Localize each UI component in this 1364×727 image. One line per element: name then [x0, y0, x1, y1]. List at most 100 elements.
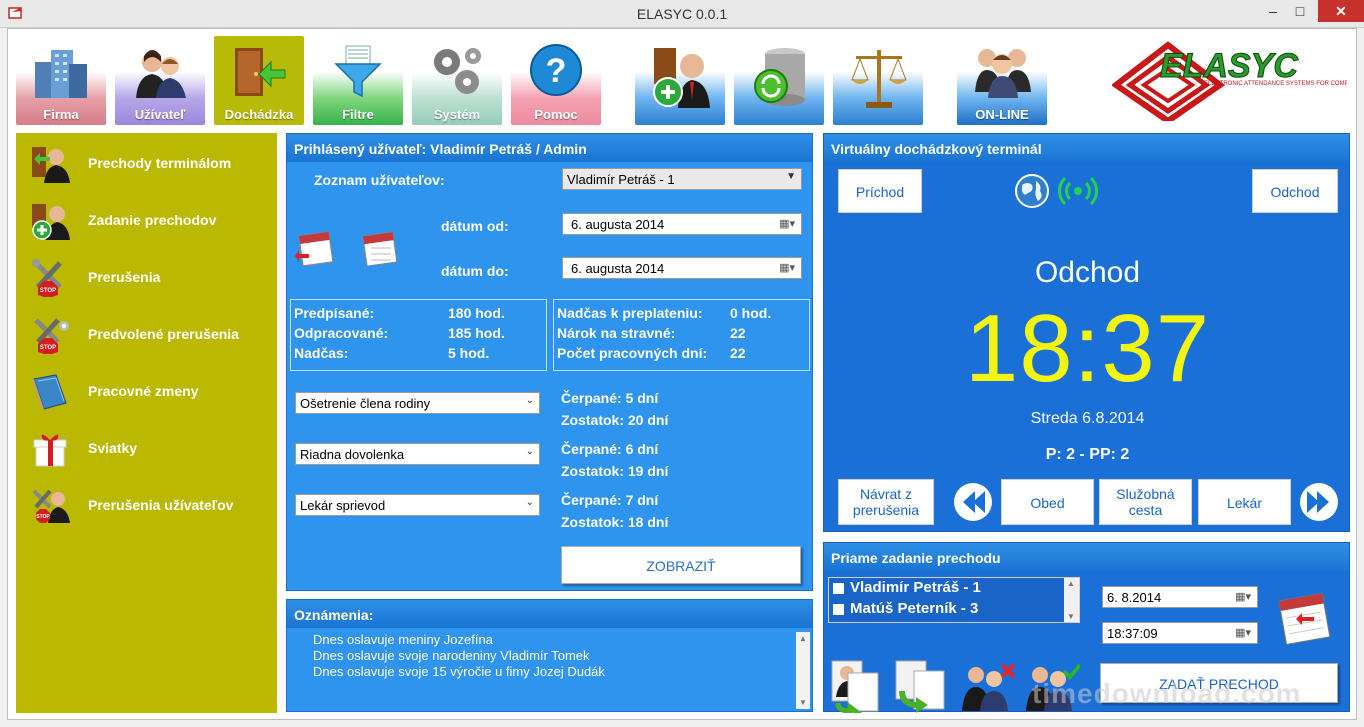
sidebar: Prechody terminálom Zadanie prechodov ST… [16, 133, 277, 713]
toolbar-database-sync-button[interactable] [734, 36, 824, 125]
user-copy-icon[interactable] [828, 659, 884, 713]
arrow-right-icon[interactable] [1299, 481, 1339, 523]
date-from-label: dátum od: [441, 218, 509, 234]
absence-remaining: Zostatok: 18 dní [561, 514, 669, 530]
user-attendance-panel: Prihlásený užívateľ: Vladimír Petráš / A… [286, 133, 813, 591]
list-item[interactable]: Matúš Peterník - 3 [833, 600, 978, 617]
doctor-button[interactable]: Lekár [1198, 479, 1291, 525]
close-button[interactable]: ✕ [1318, 0, 1364, 22]
stat-value: 22 [730, 325, 746, 341]
announcements-scrollbar[interactable]: ▲ ▼ [796, 632, 810, 709]
user-stop-icon: STOP [32, 489, 70, 523]
arrival-button[interactable]: Príchod [838, 169, 922, 213]
gears-icon [434, 48, 481, 94]
sidebar-item-label: Pracovné zmeny [88, 383, 199, 399]
gift-icon [33, 434, 67, 467]
terminal-header: Virtuálny dochádzkový terminál [824, 134, 1349, 162]
help-icon: ? [530, 44, 582, 96]
user-select-value: Vladimír Petráš - 1 [567, 172, 675, 187]
stat-value: 22 [730, 345, 746, 361]
stat-label: Odpracované: [294, 325, 389, 341]
date-from-picker[interactable]: 6. augusta 2014 ▦▾ [562, 213, 802, 235]
user-checklist: Vladimír Petráš - 1 Matúš Peterník - 3 ▲… [828, 577, 1080, 623]
sidebar-item-predvolene-prerusenia[interactable]: STOP Predvolené prerušenia [16, 312, 277, 356]
announcement-line: Dnes oslavuje meniny Jozefína [313, 632, 493, 647]
show-button[interactable]: ZOBRAZIŤ [561, 546, 801, 584]
scroll-up-icon[interactable]: ▲ [799, 634, 807, 643]
maximize-button[interactable]: □ [1285, 0, 1315, 22]
lunch-button[interactable]: Obed [1001, 479, 1094, 525]
scroll-down-icon[interactable]: ▼ [799, 698, 807, 707]
calendar-dropdown-icon[interactable]: ▦▾ [1235, 590, 1251, 603]
sidebar-item-label: Sviatky [88, 440, 138, 456]
absence-select[interactable]: Lekár sprievod ⌄ [295, 494, 540, 516]
toolbar-filtre-label: Filtre [342, 107, 374, 122]
stat-label: Predpísané: [294, 305, 375, 321]
toolbar-uzivatel-label: Užívateľ [134, 107, 186, 122]
svg-text:ELASYC: ELASYC [1160, 47, 1298, 85]
minimize-button[interactable]: – [1258, 0, 1288, 22]
sidebar-item-prechody-terminalom[interactable]: Prechody terminálom [16, 141, 277, 185]
tools-stop-gear-icon: STOP [34, 318, 69, 354]
copy-arrow-icon[interactable] [892, 659, 950, 713]
sidebar-item-label: Prerušenia užívateľov [88, 497, 234, 513]
sidebar-item-pracovne-zmeny[interactable]: Pracovné zmeny [16, 369, 277, 413]
toolbar-scales-button[interactable] [833, 36, 923, 125]
absence-used: Čerpané: 6 dní [561, 441, 659, 457]
panel-header: Prihlásený užívateľ: Vladimír Petráš / A… [287, 134, 812, 162]
user-select[interactable]: Vladimír Petráš - 1 ▼ [562, 168, 802, 190]
stats-box-left: Predpísané: 180 hod. Odpracované: 185 ho… [290, 299, 547, 371]
user-list-label: Zoznam užívateľov: [314, 172, 445, 188]
entry-time-picker[interactable]: 18:37:09 ▦▾ [1102, 622, 1258, 644]
toolbar-online-button[interactable]: ON-LINE [957, 36, 1047, 125]
checkbox[interactable] [833, 582, 844, 594]
absence-select[interactable]: Riadna dovolenka ⌄ [295, 443, 540, 465]
absence-used: Čerpané: 5 dní [561, 390, 659, 406]
return-from-break-button[interactable]: Návrat z prerušenia [838, 479, 934, 525]
checklist-scrollbar[interactable]: ▲ ▼ [1064, 578, 1079, 622]
sidebar-item-sviatky[interactable]: Sviatky [16, 426, 277, 470]
absence-remaining: Zostatok: 20 dní [561, 412, 669, 428]
date-to-picker[interactable]: 6. augusta 2014 ▦▾ [562, 257, 802, 279]
date-to-label: dátum do: [441, 263, 509, 279]
departure-button[interactable]: Odchod [1252, 169, 1338, 213]
sidebar-item-zadanie-prechodov[interactable]: Zadanie prechodov [16, 198, 277, 242]
calendar-forward-icon[interactable] [361, 230, 401, 268]
window-title: ELASYC 0.0.1 [636, 6, 728, 22]
toolbar-uzivatel-button[interactable]: Užívateľ [115, 36, 205, 125]
absence-select[interactable]: Ošetrenie člena rodiny ⌄ [295, 392, 540, 414]
stat-value: 185 hod. [448, 325, 505, 341]
entry-date-value: 6. 8.2014 [1107, 590, 1162, 605]
sidebar-item-prerusenia-uzivatelov[interactable]: STOP Prerušenia užívateľov [16, 483, 277, 527]
calendar-back-icon[interactable] [295, 230, 335, 268]
time-dropdown-icon[interactable]: ▦▾ [1235, 626, 1251, 639]
entry-date-picker[interactable]: 6. 8.2014 ▦▾ [1102, 586, 1258, 608]
calendar-dropdown-icon[interactable]: ▦▾ [779, 217, 795, 230]
toolbar-dochadzka-button[interactable]: Dochádzka [214, 36, 304, 125]
arrow-left-icon[interactable] [953, 481, 993, 523]
direct-entry-header: Priame zadanie prechodu [824, 543, 1349, 571]
toolbar-system-button[interactable]: Systém [412, 36, 502, 125]
database-sync-icon [754, 48, 805, 106]
toolbar-pomoc-button[interactable]: ? Pomoc [511, 36, 601, 125]
list-item[interactable]: Vladimír Petráš - 1 [833, 579, 981, 596]
users-remove-icon[interactable] [958, 661, 1016, 711]
toolbar-dochadzka-label: Dochádzka [224, 107, 294, 122]
users-icon [136, 50, 186, 98]
filter-funnel-icon [334, 45, 382, 98]
sidebar-item-label: Prerušenia [88, 269, 161, 285]
svg-text:?: ? [546, 52, 567, 90]
toolbar-add-transition-button[interactable] [635, 36, 725, 125]
user-add-icon [32, 204, 70, 240]
checkbox[interactable] [833, 603, 844, 615]
scroll-down-icon[interactable]: ▼ [1067, 612, 1075, 621]
scroll-up-icon[interactable]: ▲ [1067, 579, 1075, 588]
chevron-down-icon: ⌄ [525, 446, 534, 457]
toolbar-filtre-button[interactable]: Filtre [313, 36, 403, 125]
stats-box-right: Nadčas k preplateniu: 0 hod. Nárok na st… [553, 299, 810, 371]
book-icon [32, 374, 67, 411]
sidebar-item-prerusenia[interactable]: STOP Prerušenia [16, 255, 277, 299]
toolbar-firma-button[interactable]: Firma [16, 36, 106, 125]
calendar-dropdown-icon[interactable]: ▦▾ [779, 261, 795, 274]
business-trip-button[interactable]: Služobná cesta [1099, 479, 1192, 525]
